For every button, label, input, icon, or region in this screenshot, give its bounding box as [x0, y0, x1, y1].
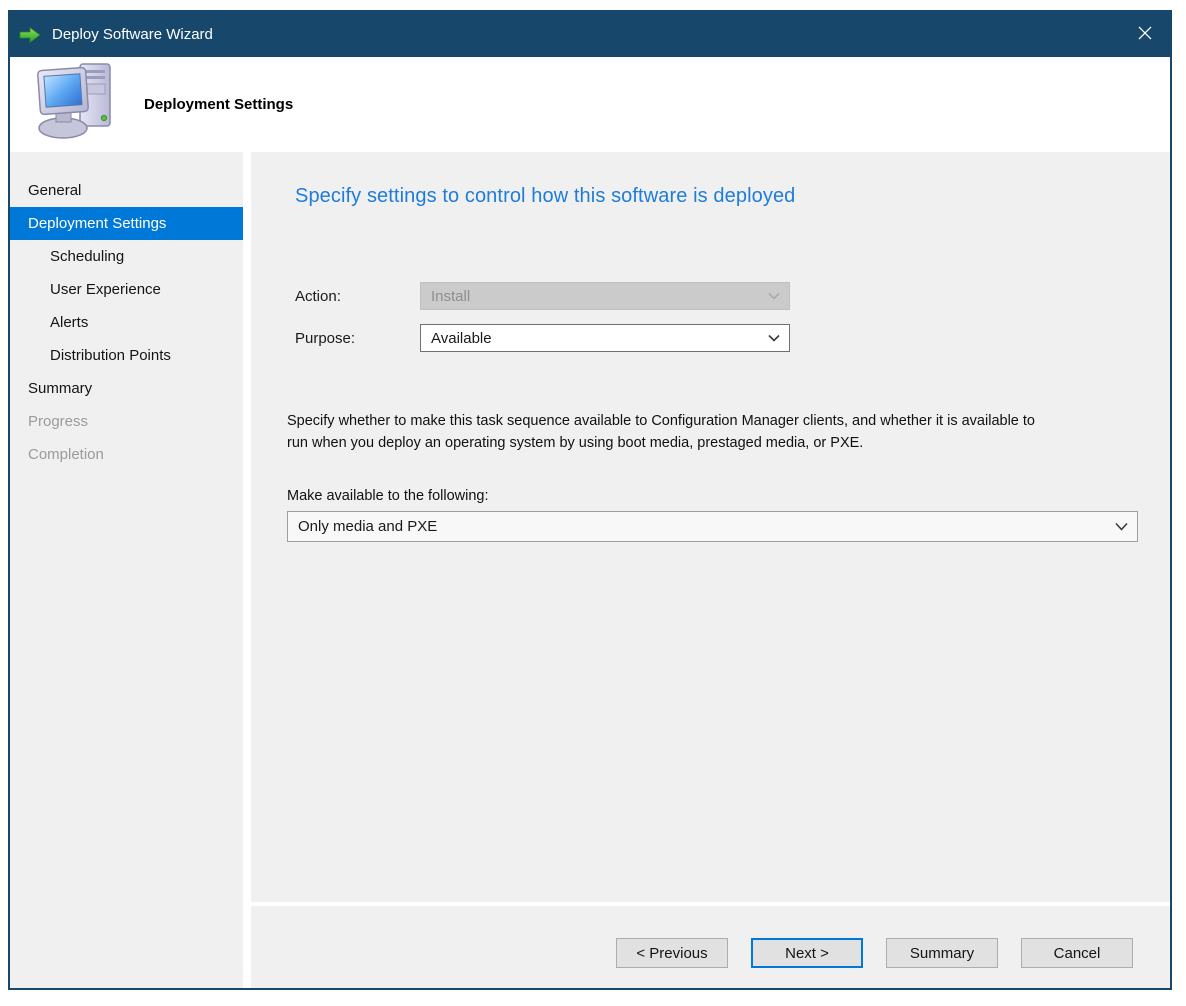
make-available-label: Make available to the following:: [287, 488, 1138, 504]
chevron-down-icon: [768, 334, 780, 342]
make-available-value: Only media and PXE: [298, 518, 437, 535]
computer-icon: [36, 60, 118, 149]
deploy-software-wizard-window: Deploy Software Wizard: [8, 10, 1172, 990]
sidebar-item-deployment-settings[interactable]: Deployment Settings: [10, 207, 243, 240]
wizard-button-bar: < Previous Next > Summary Cancel: [251, 906, 1170, 988]
deployment-settings-form: Action: Install Purpose: Available: [287, 282, 1138, 352]
close-icon: [1136, 24, 1154, 45]
title-bar: Deploy Software Wizard: [10, 12, 1170, 57]
close-button[interactable]: [1130, 20, 1160, 50]
make-available-select[interactable]: Only media and PXE: [287, 511, 1138, 542]
chevron-down-icon: [768, 292, 780, 300]
sidebar-item-scheduling[interactable]: Scheduling: [10, 240, 243, 273]
sidebar-item-distribution-points[interactable]: Distribution Points: [10, 339, 243, 372]
action-select: Install: [420, 282, 790, 310]
sidebar-item-completion: Completion: [10, 438, 243, 471]
sidebar-item-general[interactable]: General: [10, 174, 243, 207]
description-line-2: run when you deploy an operating system …: [287, 432, 1138, 454]
content-panel: Specify settings to control how this sof…: [251, 152, 1170, 902]
cancel-button[interactable]: Cancel: [1021, 938, 1133, 968]
summary-button[interactable]: Summary: [886, 938, 998, 968]
wizard-green-arrow-icon: [18, 23, 42, 47]
wizard-body: General Deployment Settings Scheduling U…: [10, 152, 1170, 988]
action-field-row: Action: Install: [295, 282, 1138, 310]
purpose-value: Available: [431, 330, 492, 347]
purpose-select[interactable]: Available: [420, 324, 790, 352]
previous-button[interactable]: < Previous: [616, 938, 728, 968]
sidebar-content-divider: [243, 152, 251, 988]
sidebar-item-progress: Progress: [10, 405, 243, 438]
action-value: Install: [431, 288, 470, 305]
purpose-field-row: Purpose: Available: [295, 324, 1138, 352]
sidebar-item-alerts[interactable]: Alerts: [10, 306, 243, 339]
description-text: Specify whether to make this task sequen…: [287, 410, 1138, 454]
chevron-down-icon: [1115, 522, 1128, 531]
purpose-label: Purpose:: [295, 330, 420, 347]
action-label: Action:: [295, 288, 420, 305]
sidebar-item-summary[interactable]: Summary: [10, 372, 243, 405]
sidebar-item-user-experience[interactable]: User Experience: [10, 273, 243, 306]
description-line-1: Specify whether to make this task sequen…: [287, 410, 1138, 432]
window-title: Deploy Software Wizard: [52, 26, 213, 43]
next-button[interactable]: Next >: [751, 938, 863, 968]
wizard-steps-sidebar: General Deployment Settings Scheduling U…: [10, 152, 243, 988]
header-title: Deployment Settings: [144, 96, 293, 113]
page-title: Specify settings to control how this sof…: [295, 185, 1138, 208]
wizard-header: Deployment Settings: [10, 57, 1170, 152]
content-column: Specify settings to control how this sof…: [251, 152, 1170, 988]
